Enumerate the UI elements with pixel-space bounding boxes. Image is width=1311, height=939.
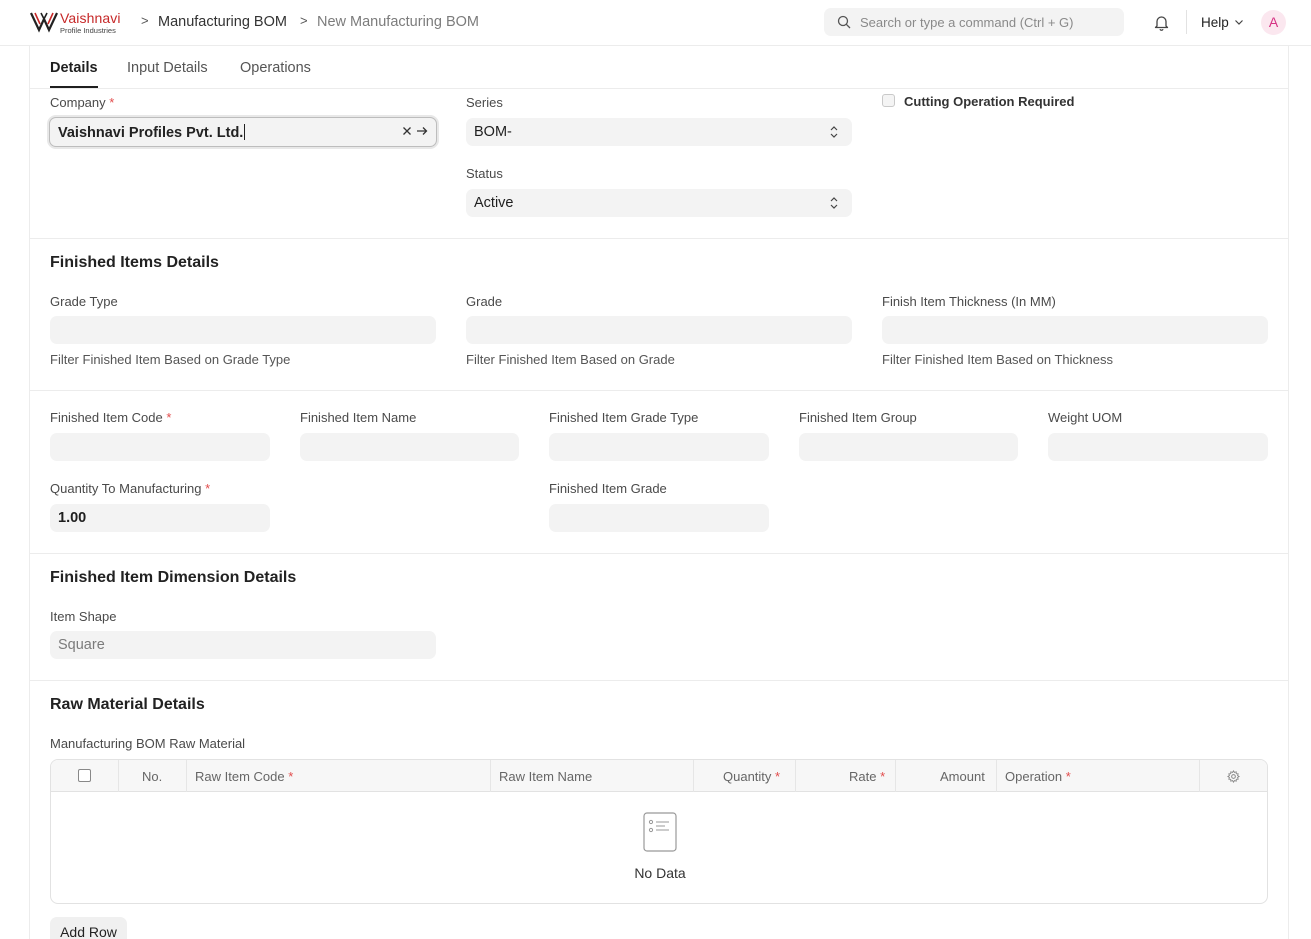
finished-item-grade-label: Finished Item Grade: [549, 481, 667, 496]
item-shape-label: Item Shape: [50, 609, 117, 624]
breadcrumb-separator: >: [141, 13, 149, 28]
section-divider: [30, 238, 1288, 239]
gear-icon[interactable]: [1227, 770, 1240, 783]
tab-details[interactable]: Details: [50, 60, 98, 76]
column-header-raw-item-code: Raw Item Code *: [195, 769, 294, 784]
grade-help: Filter Finished Item Based on Grade: [466, 352, 675, 367]
brand-logo[interactable]: Vaishnavi Profile Industries: [30, 9, 130, 37]
select-updown-icon: [830, 197, 838, 209]
tab-operations[interactable]: Operations: [240, 60, 311, 76]
column-divider: [996, 760, 997, 792]
grade-type-help: Filter Finished Item Based on Grade Type: [50, 352, 291, 367]
finished-item-name-input[interactable]: [300, 433, 519, 461]
search-placeholder: Search or type a command (Ctrl + G): [860, 15, 1074, 30]
help-menu[interactable]: Help: [1201, 15, 1229, 30]
company-value: Vaishnavi Profiles Pvt. Ltd.: [58, 124, 246, 141]
breadcrumb-current: New Manufacturing BOM: [317, 14, 479, 30]
column-divider: [1199, 760, 1200, 792]
search-icon: [837, 15, 851, 29]
quantity-label: Quantity To Manufacturing *: [50, 481, 211, 496]
empty-list-icon: [643, 812, 677, 852]
navbar-divider: [1186, 10, 1187, 34]
finished-item-grade-input[interactable]: [549, 504, 769, 532]
card-border-right: [1288, 46, 1289, 939]
column-divider: [490, 760, 491, 792]
finished-item-grade-type-label: Finished Item Grade Type: [549, 410, 699, 425]
section-divider: [30, 553, 1288, 554]
weight-uom-input[interactable]: [1048, 433, 1268, 461]
finished-item-group-input[interactable]: [799, 433, 1018, 461]
section-title-raw-material: Raw Material Details: [50, 696, 205, 713]
brand-subtitle: Profile Industries: [60, 26, 116, 35]
search-input[interactable]: Search or type a command (Ctrl + G): [824, 8, 1124, 36]
column-header-rate: Rate *: [849, 769, 886, 784]
navbar: Vaishnavi Profile Industries > Manufactu…: [0, 0, 1311, 46]
column-divider: [186, 760, 187, 792]
thickness-label: Finish Item Thickness (In MM): [882, 294, 1056, 309]
cutting-operation-label: Cutting Operation Required: [904, 94, 1075, 109]
column-divider: [118, 760, 119, 792]
section-title-dimension: Finished Item Dimension Details: [50, 569, 297, 586]
finished-item-grade-type-input[interactable]: [549, 433, 769, 461]
status-label: Status: [466, 166, 503, 181]
column-header-operation: Operation *: [1005, 769, 1071, 784]
raw-material-table: No. Raw Item Code * Raw Item Name Quanti…: [50, 759, 1268, 904]
brand-name: Vaishnavi: [60, 10, 121, 26]
select-all-checkbox[interactable]: [78, 769, 91, 782]
clear-icon[interactable]: [402, 126, 412, 136]
add-row-button[interactable]: Add Row: [50, 917, 127, 939]
chevron-down-icon[interactable]: [1234, 17, 1244, 27]
quantity-value: 1.00: [58, 510, 87, 526]
cutting-operation-checkbox[interactable]: [882, 94, 895, 107]
column-divider: [795, 760, 796, 792]
tab-input-details[interactable]: Input Details: [127, 60, 208, 76]
table-header: No. Raw Item Code * Raw Item Name Quanti…: [51, 760, 1267, 792]
company-field[interactable]: Vaishnavi Profiles Pvt. Ltd.: [49, 117, 437, 147]
column-header-raw-item-name: Raw Item Name: [499, 769, 593, 784]
series-label: Series: [466, 95, 503, 110]
grade-type-input[interactable]: [50, 316, 436, 344]
card-border-left: [29, 46, 30, 939]
grade-label: Grade: [466, 294, 503, 309]
status-select[interactable]: Active: [466, 189, 852, 217]
column-header-amount: Amount: [940, 769, 985, 784]
select-updown-icon: [830, 126, 838, 138]
thickness-help: Filter Finished Item Based on Thickness: [882, 352, 1113, 367]
item-shape-placeholder: Square: [58, 637, 105, 653]
weight-uom-label: Weight UOM: [1048, 410, 1123, 425]
column-divider: [895, 760, 896, 792]
status-value: Active: [474, 195, 514, 211]
finished-item-code-input[interactable]: [50, 433, 270, 461]
tabs-divider: [30, 88, 1288, 89]
series-value: BOM-: [474, 124, 512, 140]
section-title-finished-items: Finished Items Details: [50, 254, 219, 271]
empty-state-text: No Data: [634, 865, 686, 881]
quantity-input[interactable]: 1.00: [50, 504, 270, 532]
company-label: Company *: [50, 95, 115, 110]
section-divider: [30, 390, 1288, 391]
thickness-input[interactable]: [882, 316, 1268, 344]
series-select[interactable]: BOM-: [466, 118, 852, 146]
arrow-right-icon[interactable]: [416, 126, 428, 136]
breadcrumb-parent[interactable]: Manufacturing BOM: [158, 14, 287, 30]
column-header-quantity: Quantity *: [723, 769, 781, 784]
finished-item-name-label: Finished Item Name: [300, 410, 417, 425]
grade-input[interactable]: [466, 316, 852, 344]
user-avatar[interactable]: A: [1261, 10, 1286, 35]
notification-bell-icon[interactable]: [1153, 14, 1170, 31]
grade-type-label: Grade Type: [50, 294, 118, 309]
item-shape-input[interactable]: Square: [50, 631, 436, 659]
finished-item-code-label: Finished Item Code *: [50, 410, 172, 425]
finished-item-group-label: Finished Item Group: [799, 410, 917, 425]
section-divider: [30, 680, 1288, 681]
column-header-no: No.: [142, 769, 163, 784]
breadcrumb-separator: >: [300, 13, 308, 28]
column-divider: [693, 760, 694, 792]
brand-mark-icon: [30, 12, 58, 33]
raw-material-table-label: Manufacturing BOM Raw Material: [50, 736, 246, 751]
